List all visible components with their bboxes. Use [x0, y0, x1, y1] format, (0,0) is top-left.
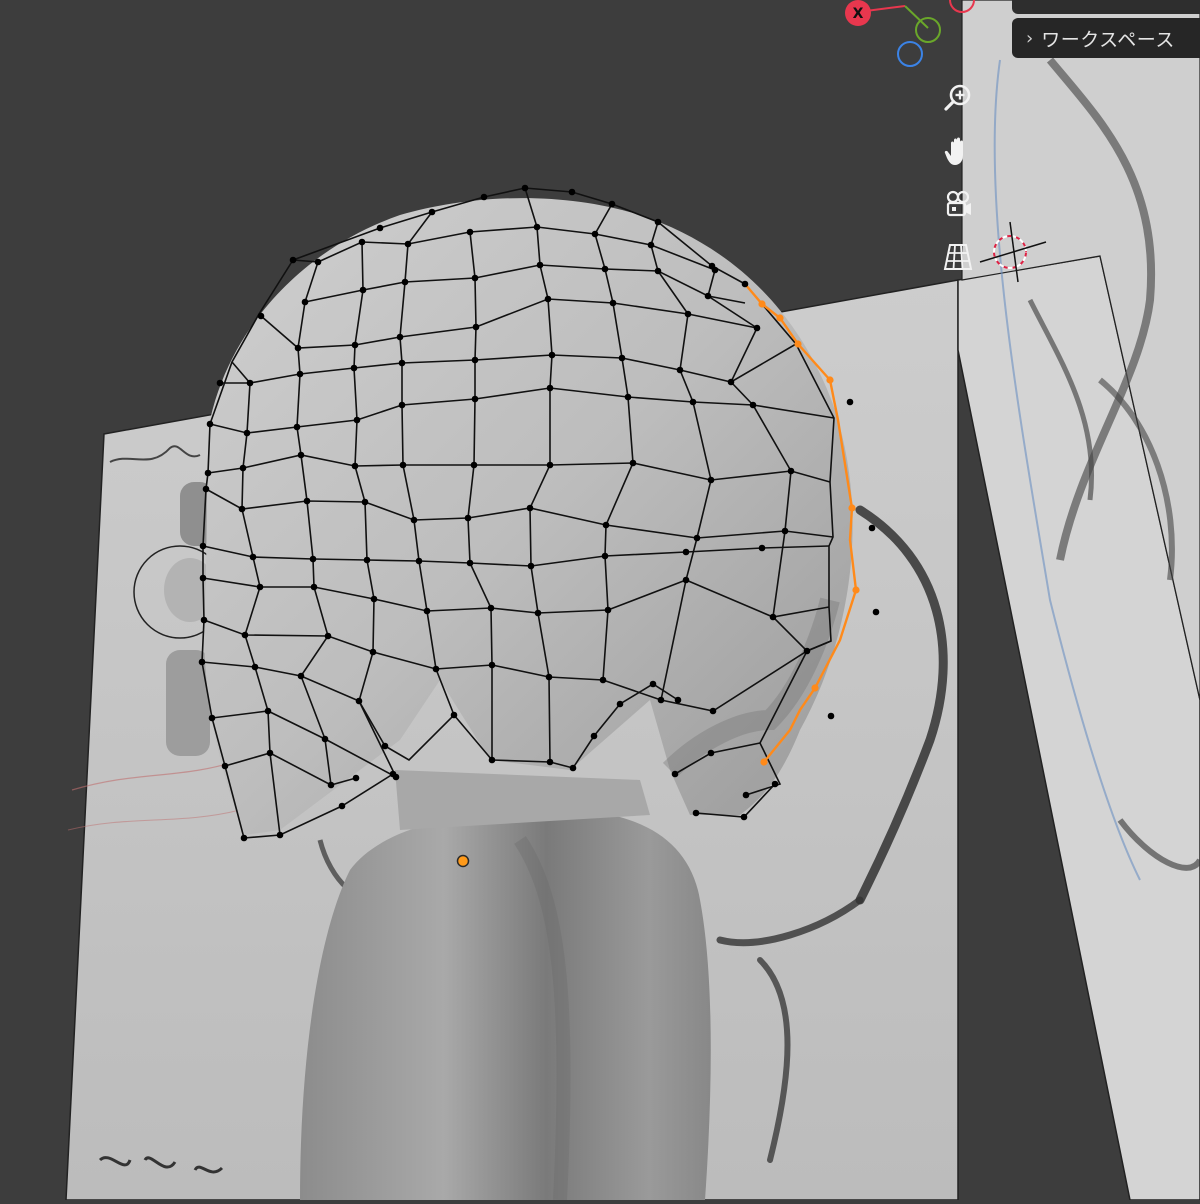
- gizmo-x-label: X: [853, 6, 864, 22]
- magnifier-plus-icon: [944, 84, 971, 111]
- camera-icon: [946, 190, 971, 217]
- workspace-panel-toggle[interactable]: › ワークスペース: [1012, 18, 1200, 58]
- gizmo-z-negative[interactable]: [897, 41, 923, 67]
- sidebar-panel-header[interactable]: [1012, 0, 1200, 14]
- navigation-gizmo[interactable]: X: [845, 0, 975, 67]
- side-reference-plane[interactable]: [957, 0, 1200, 1201]
- hand-icon: [944, 137, 963, 165]
- chevron-right-icon: ›: [1026, 27, 1034, 49]
- zoom-button[interactable]: [934, 74, 982, 122]
- gizmo-y-negative[interactable]: [915, 17, 941, 43]
- grid-perspective-icon: [943, 244, 973, 270]
- head-mesh[interactable]: [204, 198, 853, 835]
- projection-toggle-button[interactable]: [934, 233, 982, 281]
- camera-view-button[interactable]: [934, 181, 982, 229]
- viewport-canvas: X: [65, 0, 1200, 1201]
- object-origin[interactable]: [456, 854, 470, 868]
- workspace-panel-label: ワークスペース: [1041, 28, 1175, 51]
- pan-button[interactable]: [934, 128, 982, 176]
- 3d-viewport[interactable]: X › ワークスペース: [0, 0, 1200, 1201]
